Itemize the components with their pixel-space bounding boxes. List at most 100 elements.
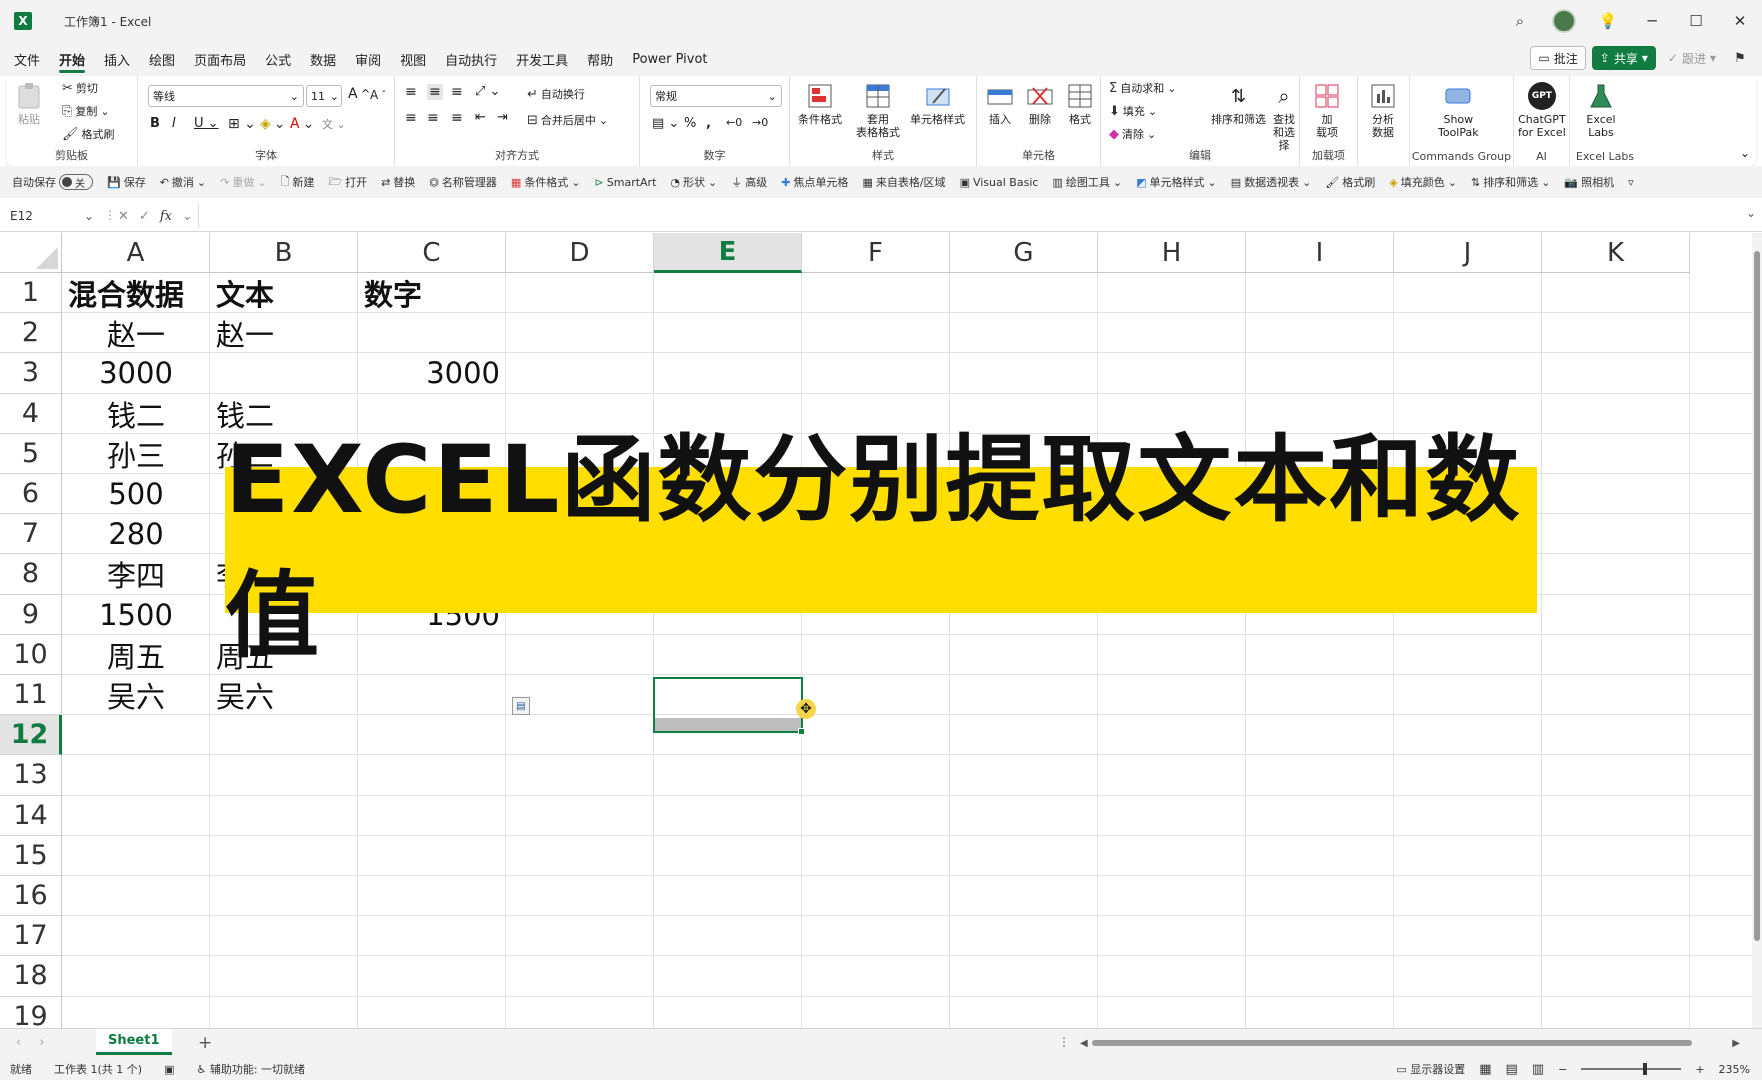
qat-shapes[interactable]: ◔ 形状 ⌄ <box>670 174 717 190</box>
feedback-icon[interactable]: ⚑ <box>1728 46 1752 70</box>
row-header-6[interactable]: 6 <box>0 474 62 515</box>
decrease-decimal-icon[interactable]: →0 <box>752 116 768 129</box>
column-header-h[interactable]: H <box>1098 233 1246 273</box>
row-header-7[interactable]: 7 <box>0 514 62 555</box>
sort-filter-button[interactable]: ⇅ 排序和筛选 <box>1211 82 1266 126</box>
cell-a3[interactable]: 3000 <box>62 353 210 393</box>
scroll-right-icon[interactable]: ▶ <box>1732 1038 1740 1049</box>
row-header-13[interactable]: 13 <box>0 755 62 796</box>
lightbulb-icon[interactable]: 💡 <box>1586 0 1630 42</box>
addins-button[interactable]: 加 载项 <box>1312 82 1342 139</box>
font-size-select[interactable]: 11 ⌄ <box>306 85 342 107</box>
scroll-thumb[interactable] <box>1754 251 1760 941</box>
fill-color-icon[interactable]: ◈ ⌄ <box>260 116 286 132</box>
row-header-10[interactable]: 10 <box>0 634 62 675</box>
active-cell-selection[interactable] <box>653 677 803 734</box>
row-header-16[interactable]: 16 <box>0 876 62 917</box>
qat-pivot-table[interactable]: ▤ 数据透视表 ⌄ <box>1231 174 1312 190</box>
row-header-4[interactable]: 4 <box>0 393 62 434</box>
cell-a11[interactable]: 吴六 <box>62 675 210 715</box>
align-left-icon[interactable]: ≡ <box>405 110 417 126</box>
align-top-icon[interactable]: ≡ <box>405 84 417 100</box>
tab-help[interactable]: 帮助 <box>587 44 613 75</box>
column-header-b[interactable]: B <box>210 233 358 273</box>
qat-focus-cell[interactable]: ✚ 焦点单元格 <box>781 174 848 190</box>
qat-open[interactable]: 🗁 打开 <box>328 173 367 192</box>
cell-a7[interactable]: 280 <box>62 514 210 554</box>
qat-name-manager[interactable]: ⏣ 名称管理器 <box>429 174 497 190</box>
qat-conditional-format[interactable]: ▦ 条件格式 ⌄ <box>511 174 581 190</box>
cell-a4[interactable]: 钱二 <box>62 394 210 434</box>
split-handle-icon[interactable]: ⋮ <box>1058 1035 1070 1049</box>
currency-icon[interactable]: ▤ ⌄ <box>652 116 679 131</box>
analyze-data-button[interactable]: 分析 数据 <box>1368 82 1398 139</box>
zoom-in-icon[interactable]: + <box>1695 1063 1704 1076</box>
tab-automate[interactable]: 自动执行 <box>445 44 497 75</box>
insert-cells-button[interactable]: 插入 <box>985 82 1015 126</box>
merge-center-button[interactable]: ⊟ 合并后居中 ⌄ <box>527 112 608 128</box>
comments-button[interactable]: ▭ 批注 <box>1530 46 1586 70</box>
align-right-icon[interactable]: ≡ <box>451 110 463 126</box>
qat-fill-color[interactable]: ◈ 填充颜色 ⌄ <box>1389 174 1457 190</box>
decrease-font-icon[interactable]: Aˇ <box>370 88 386 102</box>
qat-visual-basic[interactable]: ▣ Visual Basic <box>960 176 1039 189</box>
bold-button[interactable]: B <box>150 116 160 131</box>
formula-input[interactable] <box>198 204 1748 228</box>
row-header-11[interactable]: 11 <box>0 675 62 716</box>
decrease-indent-icon[interactable]: ⇤ <box>475 110 486 125</box>
increase-font-icon[interactable]: A ^ <box>348 86 370 102</box>
autosave-toggle[interactable]: 自动保存关 <box>12 174 93 190</box>
show-toolpak-button[interactable]: Show ToolPak <box>1438 82 1479 139</box>
tab-insert[interactable]: 插入 <box>104 44 130 75</box>
qat-undo[interactable]: ↶ 撤消 ⌄ <box>160 174 206 190</box>
avatar[interactable] <box>1542 0 1586 42</box>
wrap-text-button[interactable]: ↵ 自动换行 <box>527 86 585 102</box>
qat-drawing-tools[interactable]: ▥ 绘图工具 ⌄ <box>1052 174 1122 190</box>
cell-a1[interactable]: 混合数据 <box>68 273 184 313</box>
delete-cells-button[interactable]: 删除 <box>1025 82 1055 126</box>
percent-icon[interactable]: % <box>684 116 696 131</box>
copy-button[interactable]: ⎘ 复制 ⌄ <box>62 103 110 119</box>
accessibility-status[interactable]: ♿ 辅助功能: 一切就绪 <box>196 1061 305 1077</box>
collapse-ribbon-icon[interactable]: ⌄ <box>1740 146 1750 160</box>
tab-data[interactable]: 数据 <box>310 44 336 75</box>
qat-camera[interactable]: 📷 照相机 <box>1564 174 1614 190</box>
qat-save[interactable]: 💾 保存 <box>107 174 146 190</box>
row-header-1[interactable]: 1 <box>0 273 62 314</box>
comma-icon[interactable]: , <box>706 116 711 131</box>
column-header-k[interactable]: K <box>1542 233 1690 273</box>
cut-button[interactable]: ✂ 剪切 <box>62 80 98 96</box>
cell-a5[interactable]: 孙三 <box>62 434 210 474</box>
cell-styles-button[interactable]: 单元格样式 <box>910 82 965 126</box>
tab-formulas[interactable]: 公式 <box>265 44 291 75</box>
cancel-icon[interactable]: ✕ <box>118 209 129 224</box>
display-settings-button[interactable]: ▭ 显示器设置 <box>1396 1061 1465 1077</box>
qat-cell-styles[interactable]: ◩ 单元格样式 ⌄ <box>1136 174 1217 190</box>
share-button[interactable]: ⇪ 共享 ▾ <box>1591 46 1656 70</box>
cell-a10[interactable]: 周五 <box>62 635 210 675</box>
tab-home[interactable]: 开始 <box>59 44 86 75</box>
follow-up-button[interactable]: ✓ 跟进 ▾ <box>1662 46 1722 70</box>
row-header-15[interactable]: 15 <box>0 835 62 876</box>
close-icon[interactable]: ✕ <box>1718 0 1762 42</box>
row-header-8[interactable]: 8 <box>0 554 62 595</box>
qat-redo[interactable]: ↷ 重做 ⌄ <box>220 174 266 190</box>
format-cells-button[interactable]: 格式 <box>1065 82 1095 126</box>
column-header-a[interactable]: A <box>62 233 210 273</box>
minimize-icon[interactable]: ─ <box>1630 0 1674 42</box>
qat-smartart[interactable]: ⊳ SmartArt <box>595 176 657 189</box>
horizontal-scrollbar[interactable]: ◀ ▶ <box>1080 1038 1740 1049</box>
underline-button[interactable]: U ⌄ <box>194 116 219 131</box>
tab-power-pivot[interactable]: Power Pivot <box>632 46 707 73</box>
row-header-2[interactable]: 2 <box>0 313 62 354</box>
row-header-19[interactable]: 19 <box>0 996 62 1028</box>
next-sheet-icon[interactable]: › <box>39 1035 44 1050</box>
maximize-icon[interactable]: ☐ <box>1674 0 1718 42</box>
column-header-f[interactable]: F <box>802 233 950 273</box>
cell-a9[interactable]: 1500 <box>62 595 210 635</box>
font-color-icon[interactable]: A ⌄ <box>290 116 314 132</box>
row-header-14[interactable]: 14 <box>0 795 62 836</box>
borders-icon[interactable]: ⊞ ⌄ <box>228 116 256 132</box>
page-break-view-icon[interactable]: ▥ <box>1532 1062 1544 1077</box>
select-all-button[interactable] <box>0 233 62 273</box>
